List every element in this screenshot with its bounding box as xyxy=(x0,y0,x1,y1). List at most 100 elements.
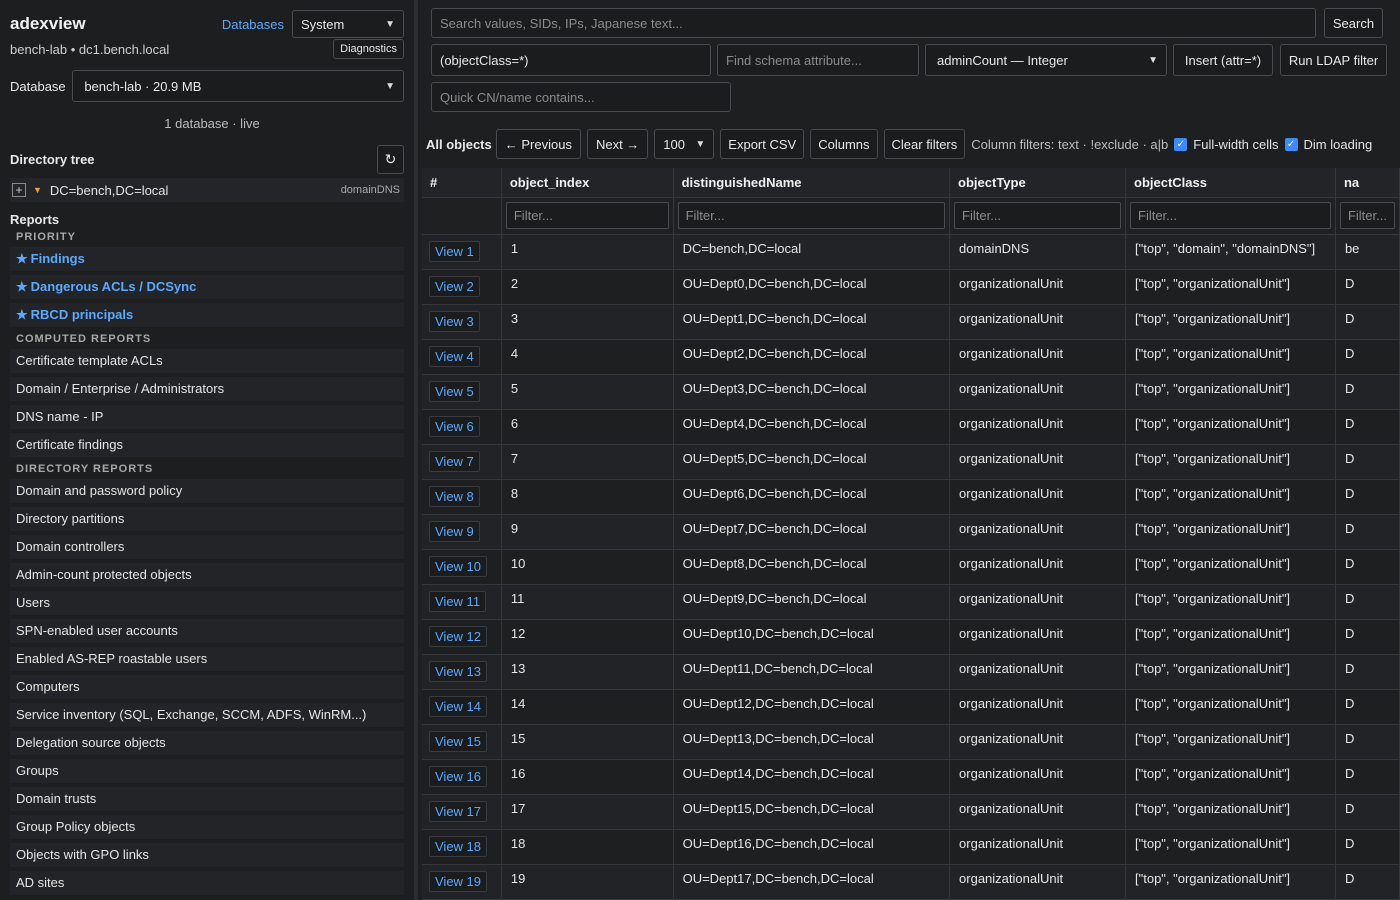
column-header[interactable]: object_index xyxy=(501,168,674,198)
star-icon: ★ xyxy=(16,307,28,322)
dim-loading-toggle[interactable]: ✓ Dim loading xyxy=(1284,137,1372,152)
previous-button[interactable]: ← Previous xyxy=(495,129,581,159)
view-button[interactable]: View 10 xyxy=(429,555,488,577)
view-button[interactable]: View 7 xyxy=(429,450,480,472)
object-type-cell: organizationalUnit xyxy=(949,304,1126,340)
computed-report-item[interactable]: DNS name - IP xyxy=(10,405,404,429)
expand-icon[interactable]: + xyxy=(12,183,26,197)
directory-report-item[interactable]: Admin-count protected objects xyxy=(10,563,404,587)
view-button[interactable]: View 8 xyxy=(429,485,480,507)
view-button[interactable]: View 18 xyxy=(429,835,488,857)
view-button[interactable]: View 2 xyxy=(429,275,480,297)
dn-cell: OU=Dept16,DC=bench,DC=local xyxy=(673,829,951,865)
checkbox-checked-icon[interactable]: ✓ xyxy=(1174,137,1188,151)
directory-report-item[interactable]: Delegation source objects xyxy=(10,731,404,755)
name-cell: D xyxy=(1335,549,1400,585)
view-cell: View 15 xyxy=(422,724,502,760)
view-button[interactable]: View 16 xyxy=(429,765,488,787)
name-cell: D xyxy=(1335,794,1400,830)
column-header[interactable]: objectType xyxy=(949,168,1126,198)
checkbox-checked-icon[interactable]: ✓ xyxy=(1284,137,1298,151)
next-button[interactable]: Next → xyxy=(586,129,649,159)
column-filter-input[interactable]: Filter... xyxy=(677,202,946,229)
name-cell: D xyxy=(1335,304,1400,340)
view-button[interactable]: View 17 xyxy=(429,800,488,822)
filter-cell: Filter... xyxy=(501,197,674,235)
column-filter-input[interactable]: Filter... xyxy=(505,202,669,229)
quick-name-input[interactable]: Quick CN/name contains... xyxy=(431,82,731,112)
tree-node-dn: DC=bench,DC=local xyxy=(49,182,169,198)
insert-attr-button[interactable]: Insert (attr=*) xyxy=(1173,44,1273,76)
theme-select[interactable]: System ▼ xyxy=(292,10,404,38)
dn-cell: OU=Dept1,DC=bench,DC=local xyxy=(673,304,951,340)
table-row: View 15 15 OU=Dept13,DC=bench,DC=local orga… xyxy=(422,724,1400,760)
computed-report-item[interactable]: Certificate findings xyxy=(10,433,404,457)
export-csv-button[interactable]: Export CSV xyxy=(720,129,805,159)
view-button[interactable]: View 13 xyxy=(429,660,488,682)
diagnostics-button[interactable]: Diagnostics xyxy=(333,39,404,59)
view-button[interactable]: View 14 xyxy=(429,695,488,717)
view-button[interactable]: View 19 xyxy=(429,870,488,892)
view-button[interactable]: View 12 xyxy=(429,625,488,647)
theme-select-value: System xyxy=(301,16,345,32)
database-select[interactable]: bench-lab · 20.9 MB ▼ xyxy=(72,70,404,102)
priority-report-item[interactable]: ★ Dangerous ACLs / DCSync xyxy=(10,275,404,299)
directory-report-item[interactable]: Groups xyxy=(10,759,404,783)
view-cell: View 17 xyxy=(422,794,502,830)
column-header[interactable]: na xyxy=(1335,168,1400,198)
object-class-cell: ["top", "organizationalUnit"] xyxy=(1125,584,1336,620)
directory-report-item[interactable]: Directory partitions xyxy=(10,507,404,531)
directory-report-item[interactable]: Domain trusts xyxy=(10,787,404,811)
view-button[interactable]: View 11 xyxy=(429,590,487,612)
clear-filters-button[interactable]: Clear filters xyxy=(883,129,966,159)
column-filter-input[interactable]: Filter... xyxy=(1339,202,1395,229)
view-button[interactable]: View 4 xyxy=(429,345,480,367)
dn-cell: OU=Dept15,DC=bench,DC=local xyxy=(673,794,951,830)
column-header[interactable]: objectClass xyxy=(1125,168,1336,198)
priority-report-item[interactable]: ★ Findings xyxy=(10,247,404,271)
run-ldap-filter-button[interactable]: Run LDAP filter xyxy=(1280,44,1387,76)
view-button[interactable]: View 3 xyxy=(429,310,480,332)
view-cell: View 8 xyxy=(422,479,502,515)
directory-report-item[interactable]: SPN-enabled user accounts xyxy=(10,619,404,643)
search-input[interactable]: Search values, SIDs, IPs, Japanese text.… xyxy=(431,8,1316,38)
tree-node[interactable]: + ▼ DC=bench,DC=local domainDNS xyxy=(10,178,404,202)
full-width-toggle[interactable]: ✓ Full-width cells xyxy=(1174,137,1279,152)
databases-link[interactable]: Databases xyxy=(222,17,284,32)
view-button[interactable]: View 5 xyxy=(429,380,480,402)
refresh-icon: ↻ xyxy=(384,151,397,167)
column-filter-input[interactable]: Filter... xyxy=(954,202,1121,229)
column-filter-input[interactable]: Filter... xyxy=(1130,202,1331,229)
view-button[interactable]: View 1 xyxy=(429,240,480,262)
object-index-cell: 8 xyxy=(501,479,674,515)
refresh-button[interactable]: ↻ xyxy=(377,145,404,174)
computed-report-item[interactable]: Certificate template ACLs xyxy=(10,349,404,373)
column-header[interactable]: # xyxy=(422,168,502,198)
page-size-select[interactable]: 100 ▼ xyxy=(654,129,715,159)
directory-report-item[interactable]: Domain controllers xyxy=(10,535,404,559)
directory-report-item[interactable]: AD sites xyxy=(10,871,404,895)
column-header[interactable]: distinguishedName xyxy=(673,168,951,198)
view-button[interactable]: View 9 xyxy=(429,520,480,542)
name-cell: D xyxy=(1335,339,1400,375)
view-button[interactable]: View 6 xyxy=(429,415,480,437)
attribute-select[interactable]: adminCount — Integer ▼ xyxy=(925,44,1167,76)
directory-report-item[interactable]: Enabled AS-REP roastable users xyxy=(10,647,404,671)
quick-name-placeholder: Quick CN/name contains... xyxy=(440,89,595,105)
directory-report-item[interactable]: Users xyxy=(10,591,404,615)
schema-attribute-input[interactable]: Find schema attribute... xyxy=(717,44,919,76)
table-row: View 7 7 OU=Dept5,DC=bench,DC=local organiz… xyxy=(422,444,1400,480)
directory-report-item[interactable]: Objects with GPO links xyxy=(10,843,404,867)
ldap-filter-input[interactable]: (objectClass=*) xyxy=(431,44,711,76)
dn-cell: OU=Dept4,DC=bench,DC=local xyxy=(673,409,951,445)
columns-button[interactable]: Columns xyxy=(810,129,878,159)
directory-report-item[interactable]: Service inventory (SQL, Exchange, SCCM, … xyxy=(10,703,404,727)
directory-report-item[interactable]: Domain and password policy xyxy=(10,479,404,503)
computed-report-item[interactable]: Domain / Enterprise / Administrators xyxy=(10,377,404,401)
priority-report-item[interactable]: ★ RBCD principals xyxy=(10,303,404,327)
search-button[interactable]: Search xyxy=(1324,8,1383,38)
attribute-select-value: adminCount — Integer xyxy=(937,52,1068,68)
view-button[interactable]: View 15 xyxy=(429,730,488,752)
directory-report-item[interactable]: Group Policy objects xyxy=(10,815,404,839)
directory-report-item[interactable]: Computers xyxy=(10,675,404,699)
